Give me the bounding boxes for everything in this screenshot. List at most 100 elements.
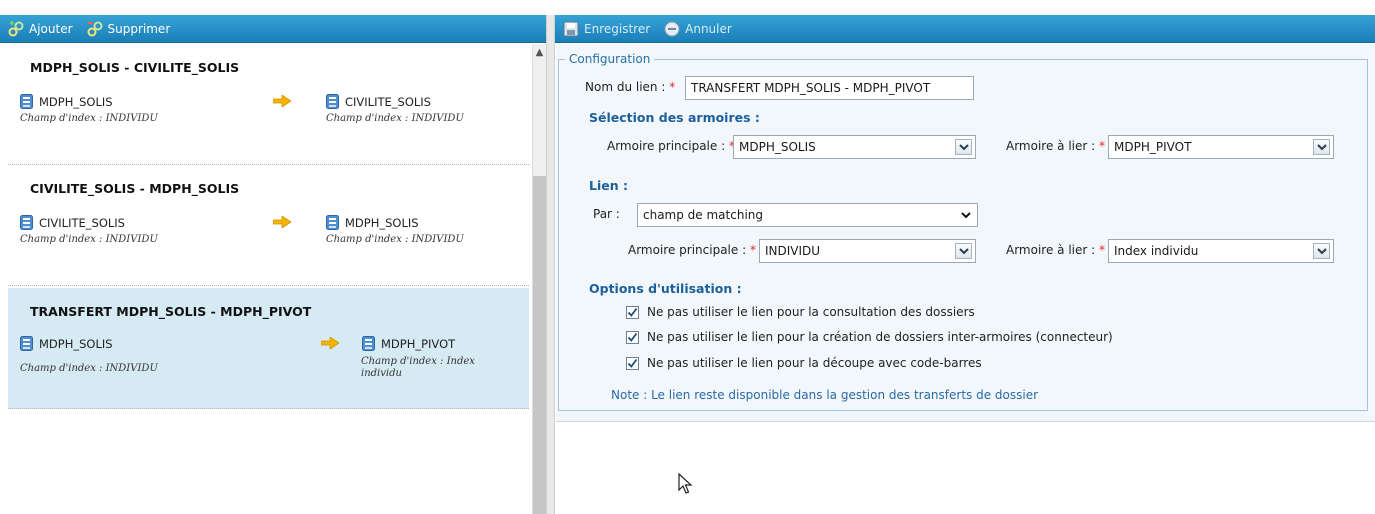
mouse-cursor-icon bbox=[678, 473, 693, 494]
chevron-down-icon[interactable] bbox=[1313, 243, 1330, 259]
chevron-down-icon[interactable] bbox=[955, 243, 972, 259]
required-marker: * bbox=[1099, 243, 1106, 257]
source-champ: Champ d'index : INDIVIDU bbox=[20, 363, 158, 374]
armoire-principale-select[interactable]: MDPH_SOLIS bbox=[733, 135, 976, 159]
link-add-icon bbox=[8, 20, 24, 36]
target-armoire: CIVILITE_SOLIS bbox=[326, 94, 431, 109]
option-label: Ne pas utiliser le lien pour la consulta… bbox=[647, 305, 975, 319]
scroll-up-button[interactable]: ▲ bbox=[533, 44, 546, 61]
lien-lier-label: Armoire à lier : * bbox=[1006, 243, 1105, 257]
source-armoire: MDPH_SOLIS bbox=[20, 336, 113, 351]
checkmark-icon bbox=[627, 307, 638, 317]
armoire-principale-label: Armoire principale : * bbox=[607, 139, 735, 153]
config-fieldset: Configuration Nom du lien : * TRANSFERT … bbox=[558, 52, 1368, 411]
save-label: Enregistrer bbox=[584, 21, 651, 36]
arrow-right-icon bbox=[321, 337, 339, 349]
source-champ: Champ d'index : INDIVIDU bbox=[20, 234, 158, 245]
source-armoire: CIVILITE_SOLIS bbox=[20, 215, 125, 230]
source-armoire-name: CIVILITE_SOLIS bbox=[39, 215, 125, 230]
left-toolbar: Ajouter Supprimer bbox=[0, 15, 546, 43]
source-champ: Champ d'index : INDIVIDU bbox=[20, 113, 158, 124]
lien-principale-label: Armoire principale : * bbox=[628, 243, 756, 257]
lien-principale-value: INDIVIDU bbox=[765, 244, 821, 258]
nom-input[interactable]: TRANSFERT MDPH_SOLIS - MDPH_PIVOT bbox=[685, 76, 974, 100]
target-champ: Champ d'index : INDIVIDU bbox=[326, 113, 464, 124]
lien-lier-select[interactable]: Index individu bbox=[1108, 239, 1334, 263]
option-row[interactable]: Ne pas utiliser le lien pour la découpe … bbox=[626, 356, 982, 370]
par-value: champ de matching bbox=[643, 208, 763, 222]
database-icon bbox=[326, 94, 339, 109]
armoire-lier-label: Armoire à lier : * bbox=[1006, 139, 1105, 153]
source-armoire-name: MDPH_SOLIS bbox=[39, 94, 113, 109]
option-row[interactable]: Ne pas utiliser le lien pour la consulta… bbox=[626, 305, 975, 319]
armoire-lier-value: MDPH_PIVOT bbox=[1114, 140, 1192, 154]
armoire-principale-value: MDPH_SOLIS bbox=[739, 140, 816, 154]
link-title: TRANSFERT MDPH_SOLIS - MDPH_PIVOT bbox=[30, 304, 312, 319]
link-card[interactable]: MDPH_SOLIS - CIVILITE_SOLIS MDPH_SOLIS C… bbox=[8, 44, 529, 165]
database-icon bbox=[326, 215, 339, 230]
target-champ: Champ d'index : INDIVIDU bbox=[326, 234, 464, 245]
link-card[interactable]: CIVILITE_SOLIS - MDPH_SOLIS CIVILITE_SOL… bbox=[8, 165, 529, 286]
armoire-principale-label-text: Armoire principale : bbox=[607, 139, 726, 153]
list-scrollbar[interactable]: ▲ bbox=[532, 44, 546, 514]
link-title: CIVILITE_SOLIS - MDPH_SOLIS bbox=[30, 181, 240, 196]
arrow-right-icon bbox=[273, 216, 291, 228]
target-armoire-name: CIVILITE_SOLIS bbox=[345, 94, 431, 109]
delete-button[interactable]: Supprimer bbox=[87, 21, 171, 37]
config-panel: Configuration Nom du lien : * TRANSFERT … bbox=[556, 44, 1375, 514]
checkmark-icon bbox=[627, 332, 638, 342]
option-label: Ne pas utiliser le lien pour la découpe … bbox=[647, 356, 982, 370]
link-delete-icon bbox=[87, 21, 103, 36]
panel-splitter[interactable] bbox=[546, 15, 555, 514]
target-champ: Champ d'index : Index individu bbox=[361, 356, 475, 379]
option-checkbox[interactable] bbox=[626, 330, 639, 344]
arrow-right-icon bbox=[273, 95, 291, 107]
lien-lier-value: Index individu bbox=[1114, 244, 1199, 258]
required-marker: * bbox=[669, 80, 676, 94]
nom-label: Nom du lien : * bbox=[585, 80, 675, 94]
required-marker: * bbox=[1099, 139, 1106, 153]
cancel-label: Annuler bbox=[685, 21, 732, 36]
target-armoire-name: MDPH_PIVOT bbox=[381, 336, 456, 351]
database-icon bbox=[362, 336, 375, 351]
lien-title: Lien : bbox=[589, 178, 628, 193]
links-list: MDPH_SOLIS - CIVILITE_SOLIS MDPH_SOLIS C… bbox=[0, 44, 530, 514]
chevron-down-icon[interactable] bbox=[955, 139, 972, 155]
options-title: Options d'utilisation : bbox=[589, 281, 742, 296]
cancel-button[interactable]: Annuler bbox=[664, 21, 732, 37]
save-icon bbox=[563, 21, 579, 36]
selection-title: Sélection des armoires : bbox=[589, 110, 760, 125]
option-label: Ne pas utiliser le lien pour la création… bbox=[647, 330, 1113, 344]
option-checkbox[interactable] bbox=[626, 305, 639, 319]
option-row[interactable]: Ne pas utiliser le lien pour la création… bbox=[626, 330, 1113, 344]
delete-label: Supprimer bbox=[107, 21, 171, 36]
option-checkbox[interactable] bbox=[626, 356, 639, 370]
lien-lier-label-text: Armoire à lier : bbox=[1006, 243, 1096, 257]
link-card-selected[interactable]: TRANSFERT MDPH_SOLIS - MDPH_PIVOT MDPH_S… bbox=[8, 288, 529, 409]
target-armoire: MDPH_SOLIS bbox=[326, 215, 419, 230]
chevron-down-icon[interactable] bbox=[957, 207, 974, 223]
scroll-thumb[interactable] bbox=[533, 176, 546, 514]
source-armoire: MDPH_SOLIS bbox=[20, 94, 113, 109]
note-text: Note : Le lien reste disponible dans la … bbox=[611, 388, 1039, 402]
lien-principale-select[interactable]: INDIVIDU bbox=[759, 239, 976, 263]
save-button[interactable]: Enregistrer bbox=[563, 21, 650, 37]
config-area: Configuration Nom du lien : * TRANSFERT … bbox=[556, 44, 1375, 422]
source-armoire-name: MDPH_SOLIS bbox=[39, 336, 113, 351]
lien-principale-label-text: Armoire principale : bbox=[628, 243, 747, 257]
target-armoire-name: MDPH_SOLIS bbox=[345, 215, 419, 230]
target-armoire: MDPH_PIVOT bbox=[362, 336, 455, 351]
right-toolbar: Enregistrer Annuler bbox=[555, 15, 1375, 43]
chevron-down-icon[interactable] bbox=[1313, 139, 1330, 155]
required-marker: * bbox=[749, 243, 756, 257]
database-icon bbox=[20, 215, 33, 230]
config-legend: Configuration bbox=[565, 52, 655, 66]
add-button[interactable]: Ajouter bbox=[8, 20, 73, 37]
armoire-lier-select[interactable]: MDPH_PIVOT bbox=[1108, 135, 1334, 159]
checkmark-icon bbox=[627, 358, 638, 368]
armoire-lier-label-text: Armoire à lier : bbox=[1006, 139, 1096, 153]
add-label: Ajouter bbox=[29, 21, 73, 36]
par-select[interactable]: champ de matching bbox=[637, 203, 978, 227]
nom-label-text: Nom du lien : bbox=[585, 80, 666, 94]
database-icon bbox=[20, 94, 33, 109]
